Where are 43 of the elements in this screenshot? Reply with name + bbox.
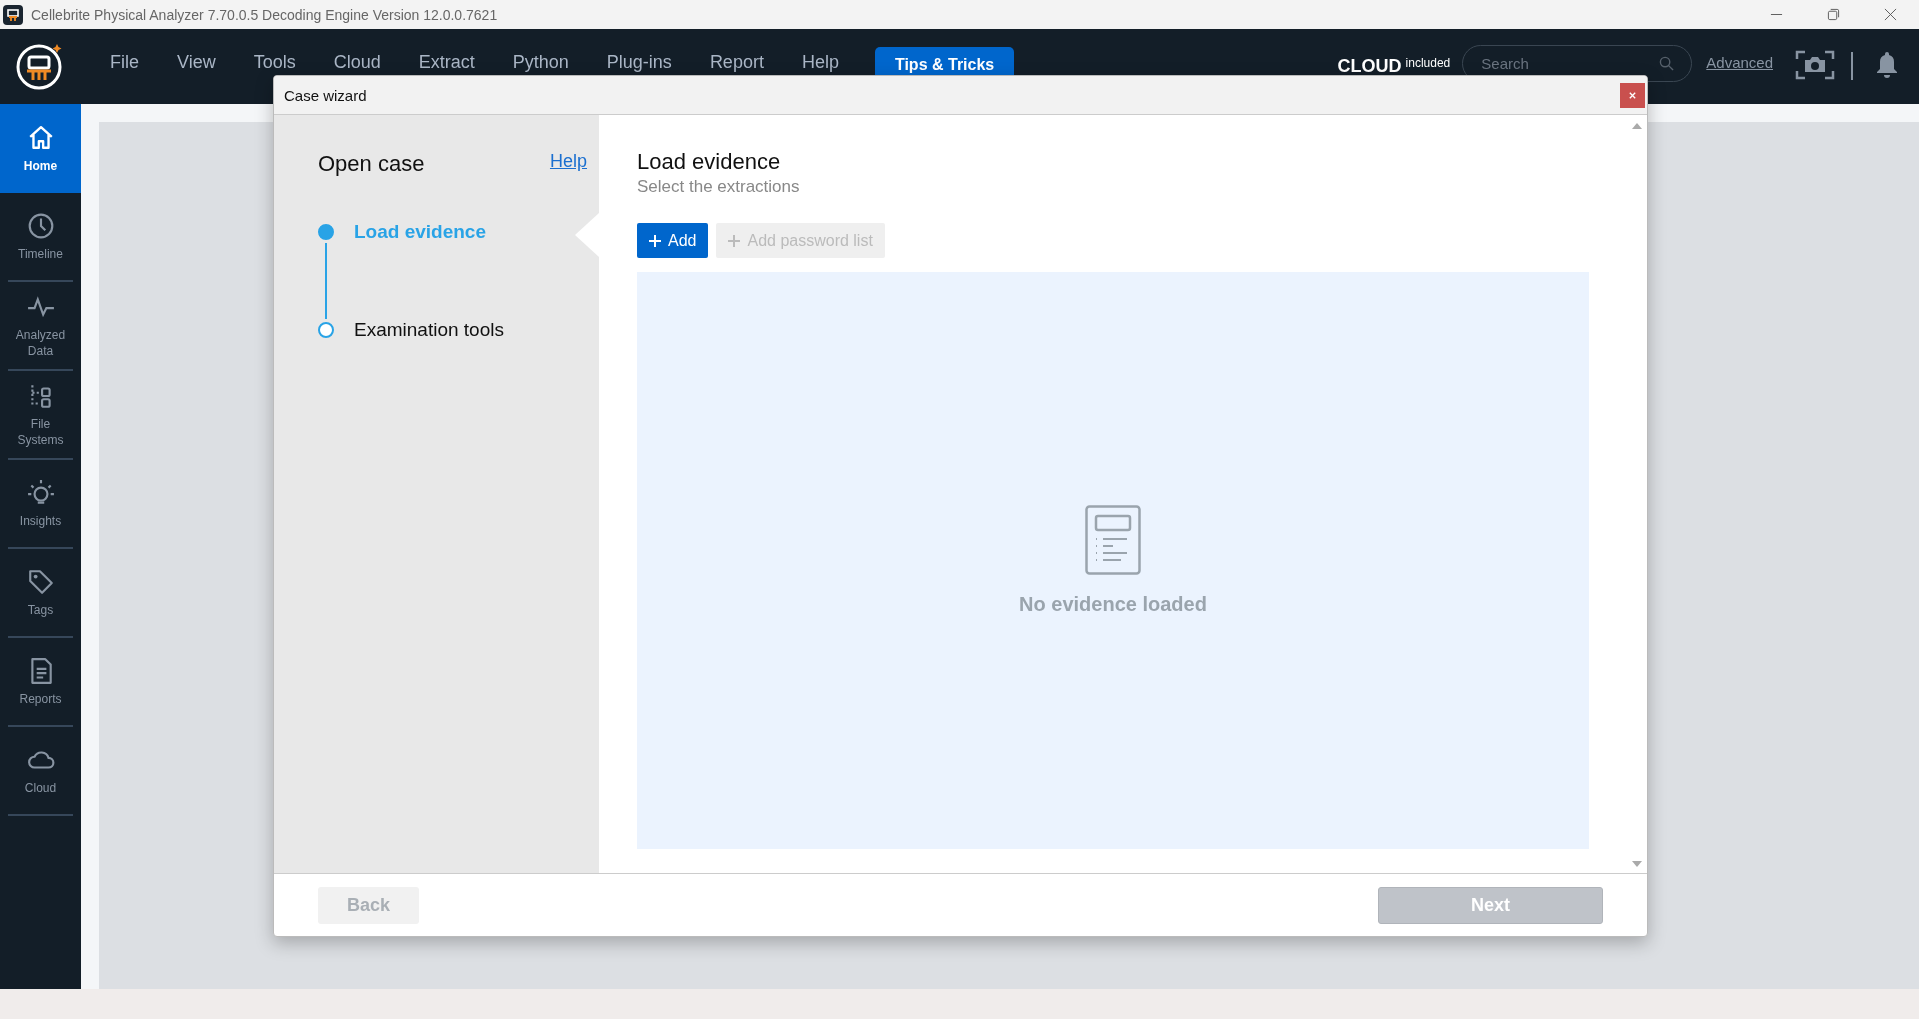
step-label[interactable]: Examination tools <box>354 319 504 341</box>
section-title: Load evidence <box>637 149 782 175</box>
close-button[interactable] <box>1620 82 1645 108</box>
menu-item[interactable]: File <box>91 51 158 73</box>
app-icon <box>3 4 23 25</box>
search-icon <box>1659 56 1675 71</box>
menu-item[interactable]: View <box>158 51 235 73</box>
close-icon[interactable] <box>1884 8 1897 21</box>
menu-item[interactable]: Help <box>782 51 858 73</box>
window-title: Cellebrite Physical Analyzer 7.70.0.5 Decoding Engine Version 12.0.0.7621 <box>31 6 498 23</box>
advanced-link[interactable]: Advanced <box>1706 54 1773 71</box>
sidebar-item[interactable]: Tags <box>0 549 81 636</box>
menu-item[interactable]: Report <box>690 51 783 73</box>
wizard-heading: Open case <box>318 151 425 177</box>
sidebar-item[interactable]: Timeline <box>0 193 81 280</box>
menu-item[interactable]: Plug-ins <box>587 51 691 73</box>
plus-icon <box>649 234 661 247</box>
help-link[interactable]: Help <box>549 151 587 172</box>
empty-message: No evidence loaded <box>1019 593 1207 616</box>
cloud-label: CLOUD <box>1337 55 1402 78</box>
sidebar-item[interactable]: Home <box>0 104 81 193</box>
menu-item[interactable]: Cloud <box>314 51 400 73</box>
cloud-suffix: included <box>1405 55 1451 72</box>
sidebar-item[interactable]: Analyzed Data <box>0 282 81 369</box>
sidebar-item[interactable]: Reports <box>0 638 81 725</box>
bell-icon[interactable] <box>1875 50 1899 78</box>
add-button[interactable]: Add <box>637 223 709 258</box>
close-icon <box>1628 90 1637 100</box>
menu-item[interactable]: Tools <box>234 51 315 73</box>
lightbulb-icon <box>26 478 55 507</box>
dialog-title: Case wizard <box>284 86 367 104</box>
document-icon <box>1085 505 1141 575</box>
section-subtitle: Select the extractions <box>637 177 801 197</box>
sidebar-item[interactable]: Insights <box>0 460 81 547</box>
clock-icon <box>26 211 55 240</box>
menu-item[interactable]: Extract <box>399 51 494 73</box>
sidebar-item[interactable]: File Systems <box>0 371 81 458</box>
sidebar-item[interactable]: Cloud <box>0 727 81 814</box>
plus-icon <box>728 234 741 247</box>
menu-item[interactable]: Python <box>493 51 588 73</box>
camera-icon[interactable] <box>1795 50 1835 80</box>
tag-icon <box>26 567 55 596</box>
restore-icon[interactable] <box>1827 8 1840 21</box>
